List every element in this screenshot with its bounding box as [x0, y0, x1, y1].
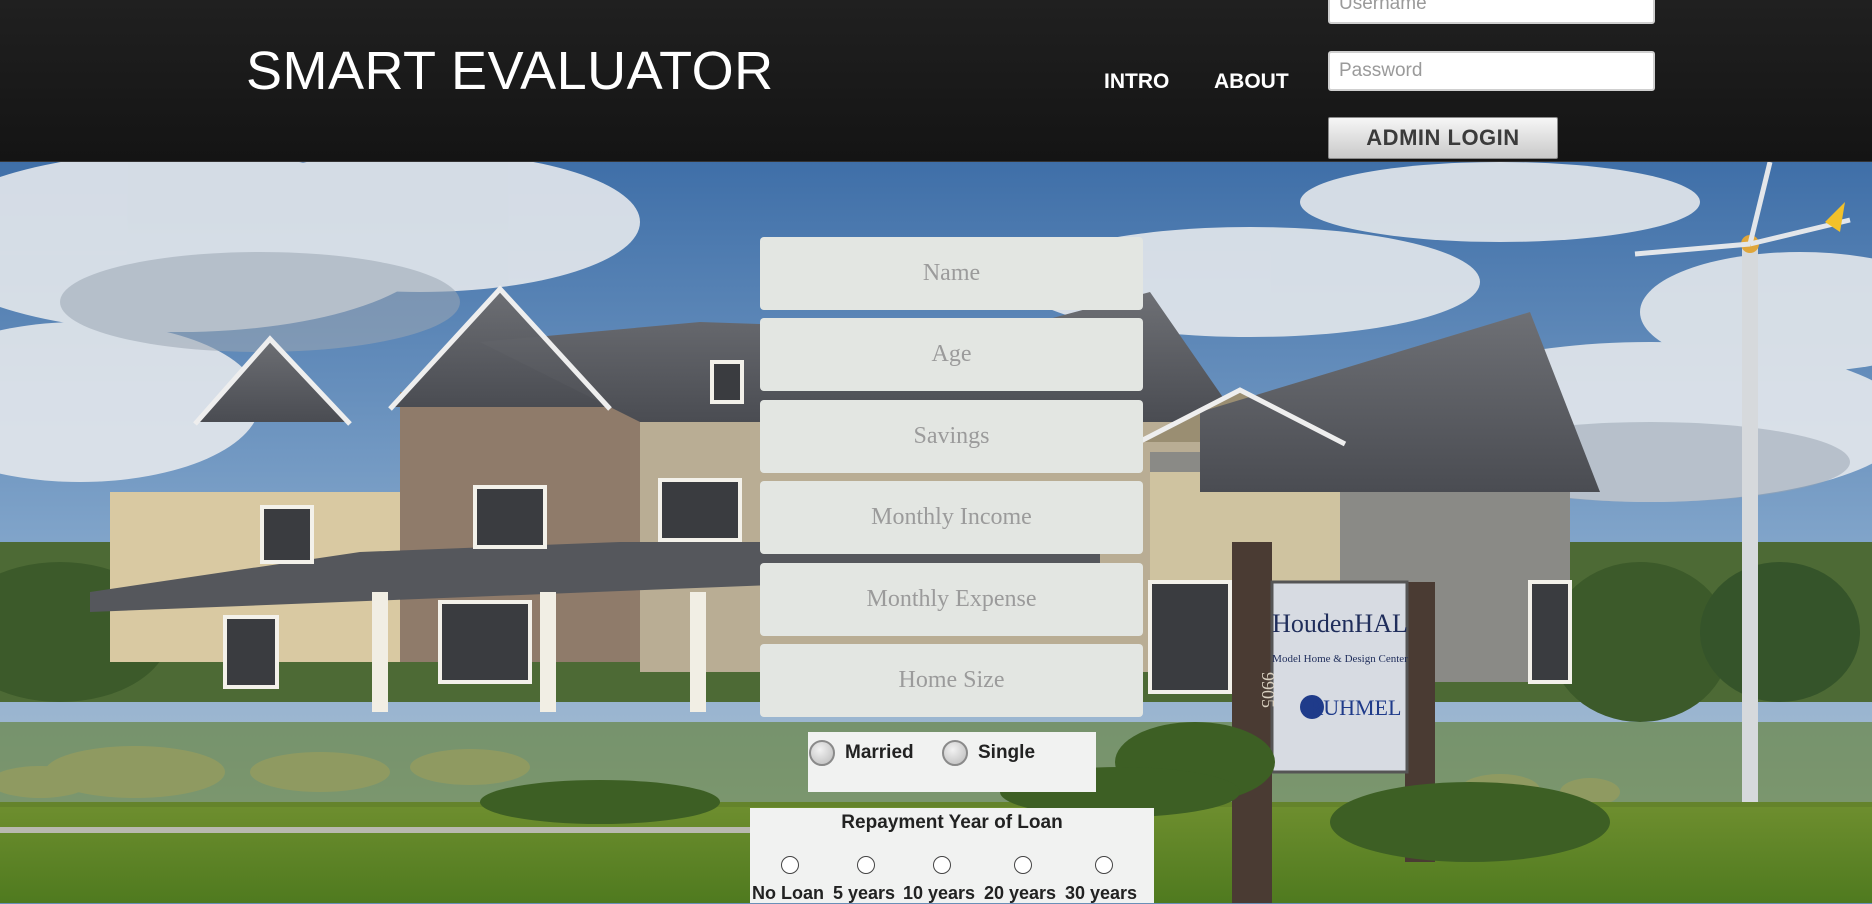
app-title: SMART EVALUATOR [246, 41, 774, 101]
married-radio[interactable] [809, 740, 835, 766]
savings-input[interactable] [760, 400, 1143, 473]
name-input[interactable] [760, 237, 1143, 310]
loan-option-no-loan[interactable] [755, 856, 825, 874]
repayment-title: Repayment Year of Loan [841, 812, 1063, 833]
loan-option-5-years[interactable] [831, 856, 901, 874]
single-radio[interactable] [942, 740, 968, 766]
admin-login-button[interactable]: ADMIN LOGIN [1328, 117, 1558, 159]
nav-intro-link[interactable]: INTRO [1104, 70, 1169, 94]
sign-title-text: HoudenHAL [1272, 609, 1408, 638]
loan-option-10-years[interactable] [907, 856, 977, 874]
monthly-income-input[interactable] [760, 481, 1143, 554]
sign-brand-text: RUHMEL [1309, 695, 1402, 720]
married-label: Married [845, 742, 914, 763]
no-loan-radio[interactable] [781, 856, 799, 874]
sign-subtitle-text: Model Home & Design Center [1272, 653, 1408, 665]
loan-option-30-years[interactable] [1069, 856, 1139, 874]
age-input[interactable] [760, 318, 1143, 391]
marital-status-group: Married Single [808, 732, 1096, 792]
single-option[interactable]: Single [942, 740, 1035, 766]
password-input[interactable] [1328, 51, 1655, 91]
30-years-label: 30 years [1065, 883, 1138, 903]
repayment-year-group: Repayment Year of Loan No Loan 5 years 1… [750, 808, 1154, 903]
10-years-label: 10 years [903, 883, 976, 903]
20-years-label: 20 years [984, 883, 1057, 903]
monthly-expense-input[interactable] [760, 563, 1143, 636]
30-years-radio[interactable] [1095, 856, 1113, 874]
username-input[interactable] [1328, 0, 1655, 24]
single-label: Single [978, 742, 1036, 763]
top-header: SMART EVALUATOR INTRO ABOUT ADMIN LOGIN [0, 0, 1872, 162]
home-size-input[interactable] [760, 644, 1143, 717]
5-years-label: 5 years [833, 883, 896, 903]
10-years-radio[interactable] [933, 856, 951, 874]
post-number-text: 9905 [1258, 672, 1278, 708]
married-option[interactable]: Married [809, 740, 914, 766]
20-years-radio[interactable] [1014, 856, 1032, 874]
nav-about-link[interactable]: ABOUT [1214, 70, 1289, 94]
no-loan-label: No Loan [752, 883, 824, 903]
loan-option-20-years[interactable] [988, 856, 1058, 874]
5-years-radio[interactable] [857, 856, 875, 874]
